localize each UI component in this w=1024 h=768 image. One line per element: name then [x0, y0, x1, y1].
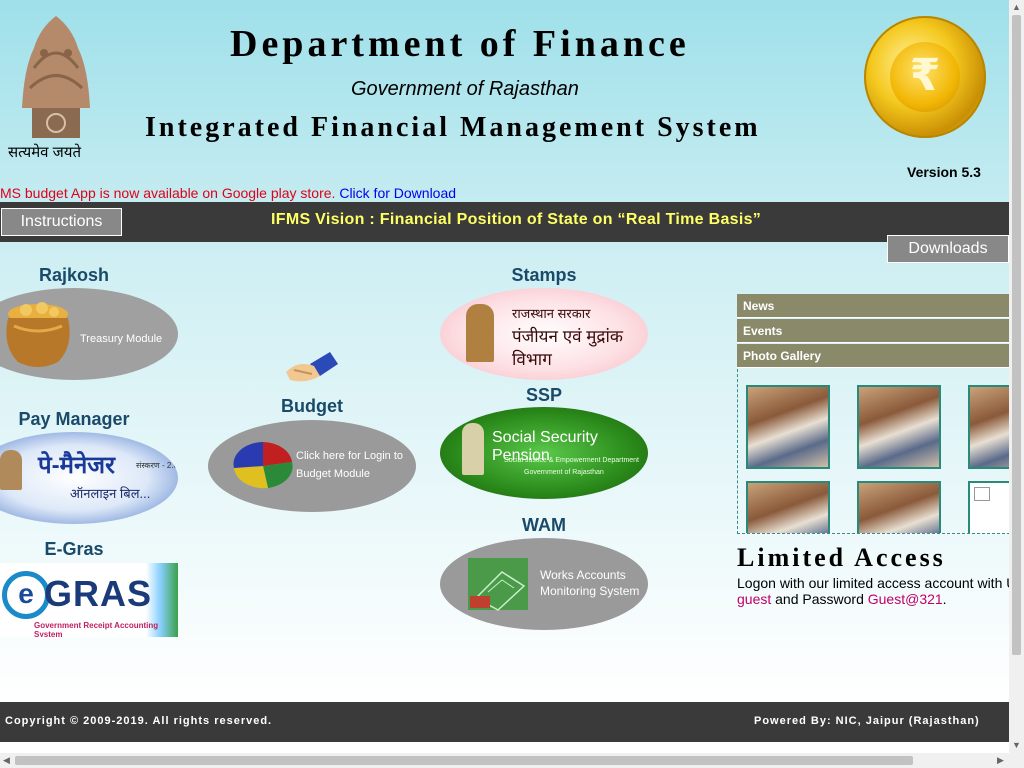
budget-label-line1: Click here for Login to	[296, 450, 403, 462]
version-label: Version 5.3	[907, 164, 981, 180]
menu-item-photo-gallery[interactable]: Photo Gallery	[737, 344, 1009, 368]
announcement-marquee: MS budget App is now available on Google…	[0, 185, 456, 201]
emblem-icon	[462, 423, 484, 475]
egras-logo-text: GRAS	[44, 573, 153, 614]
budget-module-link[interactable]: Click here for Login to Budget Module	[208, 420, 416, 512]
downloads-button[interactable]: Downloads	[887, 235, 1009, 263]
limited-access-description: Logon with our limited access account wi…	[737, 575, 1009, 591]
stamps-module-link[interactable]: राजस्थान सरकार पंजीयन एवं मुद्रांक विभाग	[440, 288, 648, 380]
powered-by-text: Powered By: NIC, Jaipur (Rajasthan)	[754, 715, 980, 727]
credentials-connector: and Password	[771, 591, 868, 607]
egras-subtitle: Government Receipt Accounting System	[34, 621, 159, 637]
limited-access-title: Limited Access	[737, 543, 946, 572]
gallery-photo[interactable]	[746, 385, 830, 469]
wam-line1: Works Accounts	[540, 568, 626, 582]
rupee-icon: ₹	[909, 51, 941, 100]
budget-title: Budget	[281, 396, 343, 416]
vision-statement: IFMS Vision : Financial Position of Stat…	[271, 211, 762, 228]
limited-access-credentials: guest and Password Guest@321.	[737, 591, 947, 607]
guest-password: Guest@321	[867, 591, 943, 607]
wam-line2: Monitoring System	[540, 584, 640, 598]
ssp-title: SSP	[525, 385, 563, 405]
scroll-left-icon[interactable]: ◀	[3, 755, 10, 766]
scroll-right-icon[interactable]: ▶	[997, 755, 1004, 766]
ssp-line3: Government of Rajasthan	[524, 469, 604, 476]
ssp-line2: Social Justice & Empowerment Department	[504, 457, 639, 464]
horizontal-scroll-thumb[interactable]	[15, 756, 913, 765]
scroll-down-icon[interactable]: ▼	[1012, 740, 1021, 750]
stamps-title: Stamps	[511, 265, 577, 285]
vertical-scroll-thumb[interactable]	[1012, 15, 1021, 655]
pie-chart-icon	[233, 442, 293, 489]
menu-item-events[interactable]: Events	[737, 319, 1009, 343]
stamps-line2: पंजीयन एवं मुद्रांक विभाग	[512, 327, 623, 369]
egras-e-logo: e	[2, 571, 50, 619]
page-title: Department of Finance	[230, 23, 690, 65]
system-title: Integrated Financial Management System	[145, 112, 761, 143]
rupee-coin-logo: ₹	[864, 16, 986, 138]
ssp-module-link[interactable]: Social Security Pension Social Justice &…	[440, 407, 648, 499]
gallery-photo[interactable]	[746, 481, 830, 533]
emblem-motto: सत्यमेव जयते	[8, 144, 82, 161]
guest-username: guest	[737, 591, 772, 607]
budget-label-line2: Budget Module	[296, 468, 370, 480]
emblem-icon	[0, 450, 22, 490]
download-app-link[interactable]: Click for Download	[339, 185, 456, 201]
pay-manager-version: संस्करण - 2.0	[136, 461, 178, 470]
emblem-icon	[466, 304, 494, 362]
pay-manager-subtitle: ऑनलाइन बिल...	[70, 486, 151, 501]
photo-gallery	[737, 369, 1010, 534]
pay-manager-module-link[interactable]: पे-मैनेजर संस्करण - 2.0 ऑनलाइन बिल...	[0, 432, 178, 524]
gallery-photo-broken[interactable]	[968, 481, 1010, 533]
copyright-text: Copyright © 2009-2019. All rights reserv…	[5, 715, 273, 727]
announcement-text: MS budget App is now available on Google…	[0, 185, 336, 201]
gold-pot-icon	[6, 302, 70, 367]
rajkosh-label: Treasury Module	[80, 333, 163, 345]
menu-item-news[interactable]: News	[737, 294, 1009, 318]
national-emblem: सत्यमेव जयते	[4, 8, 106, 162]
broken-image-icon	[974, 487, 990, 501]
handshake-icon	[286, 352, 338, 382]
pay-manager-logo-text: पे-मैनेजर	[38, 452, 115, 479]
egras-title: E-Gras	[44, 539, 104, 559]
wam-module-link[interactable]: Works Accounts Monitoring System	[440, 538, 648, 630]
page-subtitle: Government of Rajasthan	[351, 78, 579, 100]
blueprint-icon	[468, 558, 528, 611]
wam-title: WAM	[522, 515, 566, 535]
egras-module-link[interactable]: e GRAS Government Receipt Accounting Sys…	[0, 563, 178, 637]
gallery-photo[interactable]	[857, 385, 941, 469]
gallery-photo[interactable]	[857, 481, 941, 533]
pay-manager-title: Pay Manager	[18, 409, 130, 429]
rajkosh-title: Rajkosh	[38, 265, 110, 285]
instructions-button[interactable]: Instructions	[1, 208, 122, 236]
gallery-photo[interactable]	[968, 385, 1010, 469]
scroll-up-icon[interactable]: ▲	[1012, 2, 1021, 12]
stamps-line1: राजस्थान सरकार	[512, 306, 591, 321]
rajkosh-module-link[interactable]: Treasury Module	[0, 288, 178, 380]
credentials-end: .	[942, 591, 947, 607]
